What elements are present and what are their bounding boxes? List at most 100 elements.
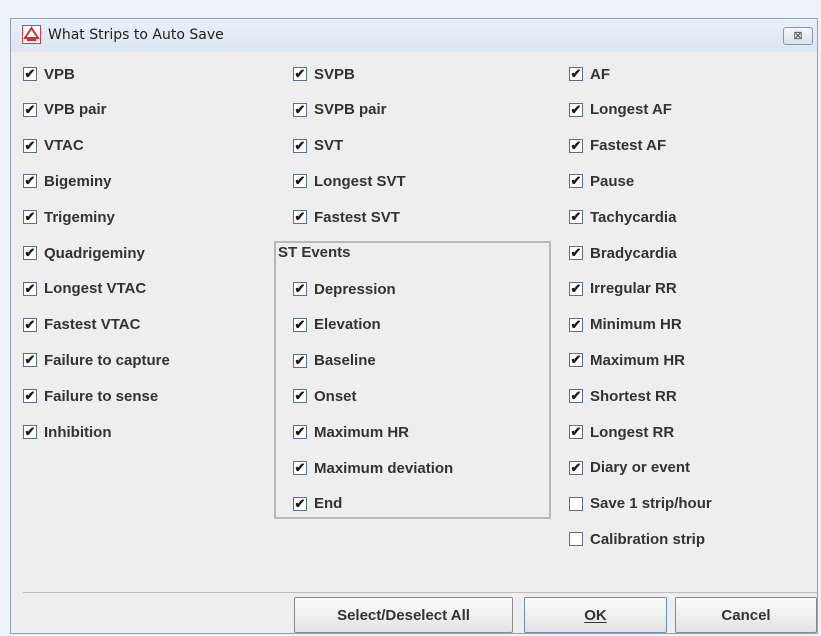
checkbox-checked-icon[interactable]: ✔ xyxy=(293,174,307,189)
checkbox-checked-icon[interactable]: ✔ xyxy=(569,210,583,225)
checkbox-label: Bradycardia xyxy=(590,244,677,262)
checkbox-tachycardia[interactable]: ✔ Tachycardia xyxy=(569,205,676,229)
checkbox-fastest-svt[interactable]: ✔ Fastest SVT xyxy=(293,205,400,229)
checkbox-pause[interactable]: ✔ Pause xyxy=(569,169,634,193)
checkbox-maximum-hr[interactable]: ✔ Maximum HR xyxy=(293,420,409,444)
checkbox-bradycardia[interactable]: ✔ Bradycardia xyxy=(569,241,677,265)
checkbox-checked-icon[interactable]: ✔ xyxy=(569,174,583,189)
checkbox-depression[interactable]: ✔ Depression xyxy=(293,277,396,301)
checkbox-checked-icon[interactable]: ✔ xyxy=(569,67,583,81)
checkbox-shortest-rr[interactable]: ✔ Shortest RR xyxy=(569,384,677,408)
close-button[interactable]: ⊠ xyxy=(783,27,813,45)
checkbox-longest-rr[interactable]: ✔ Longest RR xyxy=(569,420,674,444)
checkbox-checked-icon[interactable]: ✔ xyxy=(293,496,307,511)
checkbox-label: Pause xyxy=(590,172,635,190)
checkbox-label: Failure to capture xyxy=(44,351,170,369)
checkbox-vpb-pair[interactable]: ✔ VPB pair xyxy=(23,98,107,122)
checkbox-checked-icon[interactable]: ✔ xyxy=(293,210,307,225)
title-bar[interactable]: What Strips to Auto Save ⊠ xyxy=(11,19,817,52)
checkbox-maximum-hr[interactable]: ✔ Maximum HR xyxy=(569,348,685,372)
checkbox-label: Elevation xyxy=(314,316,381,334)
checkbox-checked-icon[interactable]: ✔ xyxy=(293,138,307,153)
checkbox-unchecked-icon[interactable] xyxy=(569,496,583,511)
checkbox-trigeminy[interactable]: ✔ Trigeminy xyxy=(23,205,115,229)
checkbox-checked-icon[interactable]: ✔ xyxy=(569,246,583,260)
checkbox-longest-svt[interactable]: ✔ Longest SVT xyxy=(293,169,406,193)
checkbox-checked-icon[interactable]: ✔ xyxy=(23,174,37,189)
checkbox-quadrigeminy[interactable]: ✔ Quadrigeminy xyxy=(23,241,145,265)
checkbox-checked-icon[interactable]: ✔ xyxy=(569,281,583,296)
checkbox-vtac[interactable]: ✔ VTAC xyxy=(23,134,84,158)
checkbox-calibration-strip[interactable]: Calibration strip xyxy=(569,527,705,551)
checkbox-checked-icon[interactable]: ✔ xyxy=(293,102,307,117)
checkbox-label: Onset xyxy=(314,387,357,405)
checkbox-af[interactable]: ✔ AF xyxy=(569,62,610,86)
checkbox-onset[interactable]: ✔ Onset xyxy=(293,384,357,408)
checkbox-label: Maximum deviation xyxy=(314,459,454,477)
checkbox-save-1-strip-hour[interactable]: Save 1 strip/hour xyxy=(569,492,712,516)
checkbox-bigeminy[interactable]: ✔ Bigeminy xyxy=(23,169,112,193)
checkbox-irregular-rr[interactable]: ✔ Irregular RR xyxy=(569,277,677,301)
checkbox-svpb[interactable]: ✔ SVPB xyxy=(293,62,355,86)
checkbox-checked-icon[interactable]: ✔ xyxy=(23,317,37,332)
checkbox-elevation[interactable]: ✔ Elevation xyxy=(293,313,381,337)
checkbox-label: Longest RR xyxy=(590,423,675,441)
checkbox-checked-icon[interactable]: ✔ xyxy=(23,138,37,153)
checkbox-maximum-deviation[interactable]: ✔ Maximum deviation xyxy=(293,456,453,480)
cancel-button[interactable]: Cancel xyxy=(675,597,817,633)
select-deselect-all-button[interactable]: Select/Deselect All xyxy=(294,597,513,633)
checkbox-label: VPB xyxy=(44,65,75,83)
checkbox-label: VPB pair xyxy=(44,101,107,119)
checkbox-svt[interactable]: ✔ SVT xyxy=(293,134,343,158)
checkbox-checked-icon[interactable]: ✔ xyxy=(293,353,307,368)
checkbox-checked-icon[interactable]: ✔ xyxy=(569,102,583,117)
checkbox-checked-icon[interactable]: ✔ xyxy=(23,102,37,117)
checkbox-longest-vtac[interactable]: ✔ Longest VTAC xyxy=(23,277,146,301)
checkbox-checked-icon[interactable]: ✔ xyxy=(569,460,583,475)
checkbox-baseline[interactable]: ✔ Baseline xyxy=(293,349,376,373)
checkbox-checked-icon[interactable]: ✔ xyxy=(293,461,307,475)
checkbox-checked-icon[interactable]: ✔ xyxy=(23,281,37,296)
checkbox-vpb[interactable]: ✔ VPB xyxy=(23,62,75,86)
checkbox-label: Save 1 strip/hour xyxy=(590,495,712,513)
checkbox-checked-icon[interactable]: ✔ xyxy=(23,210,37,225)
ok-button[interactable]: OK xyxy=(524,597,667,633)
checkbox-checked-icon[interactable]: ✔ xyxy=(23,353,37,368)
checkbox-label: Bigeminy xyxy=(44,172,112,190)
checkbox-unchecked-icon[interactable] xyxy=(569,532,583,547)
checkbox-label: SVPB pair xyxy=(314,101,387,119)
ok-label: OK xyxy=(584,606,607,624)
checkbox-label: Baseline xyxy=(314,352,376,370)
divider xyxy=(23,592,817,593)
checkbox-checked-icon[interactable]: ✔ xyxy=(569,353,583,368)
checkbox-end[interactable]: ✔ End xyxy=(293,492,342,516)
checkbox-checked-icon[interactable]: ✔ xyxy=(569,425,583,439)
checkbox-inhibition[interactable]: ✔ Inhibition xyxy=(23,420,111,444)
checkbox-checked-icon[interactable]: ✔ xyxy=(293,389,307,404)
checkbox-fastest-vtac[interactable]: ✔ Fastest VTAC xyxy=(23,313,140,337)
checkbox-checked-icon[interactable]: ✔ xyxy=(23,246,37,260)
checkbox-checked-icon[interactable]: ✔ xyxy=(23,389,37,404)
checkbox-diary-or-event[interactable]: ✔ Diary or event xyxy=(569,456,690,480)
checkbox-label: Tachycardia xyxy=(590,208,677,226)
checkbox-failure-to-capture[interactable]: ✔ Failure to capture xyxy=(23,348,170,372)
checkbox-checked-icon[interactable]: ✔ xyxy=(293,425,307,440)
checkbox-checked-icon[interactable]: ✔ xyxy=(569,317,583,332)
checkbox-checked-icon[interactable]: ✔ xyxy=(23,425,37,439)
cancel-label: Cancel xyxy=(721,606,771,624)
checkbox-failure-to-sense[interactable]: ✔ Failure to sense xyxy=(23,384,158,408)
window-title: What Strips to Auto Save xyxy=(48,27,224,43)
checkbox-label: Shortest RR xyxy=(590,387,677,405)
checkbox-checked-icon[interactable]: ✔ xyxy=(569,138,583,153)
checkbox-minimum-hr[interactable]: ✔ Minimum HR xyxy=(569,313,682,337)
checkbox-svpb-pair[interactable]: ✔ SVPB pair xyxy=(293,98,387,122)
checkbox-fastest-af[interactable]: ✔ Fastest AF xyxy=(569,134,666,158)
checkbox-checked-icon[interactable]: ✔ xyxy=(293,317,307,332)
checkbox-checked-icon[interactable]: ✔ xyxy=(23,67,37,81)
checkbox-checked-icon[interactable]: ✔ xyxy=(293,67,307,81)
checkbox-checked-icon[interactable]: ✔ xyxy=(569,389,583,404)
checkbox-longest-af[interactable]: ✔ Longest AF xyxy=(569,98,672,122)
checkbox-label: Failure to sense xyxy=(44,387,159,405)
checkbox-label: Maximum HR xyxy=(590,351,686,369)
checkbox-checked-icon[interactable]: ✔ xyxy=(293,282,307,296)
